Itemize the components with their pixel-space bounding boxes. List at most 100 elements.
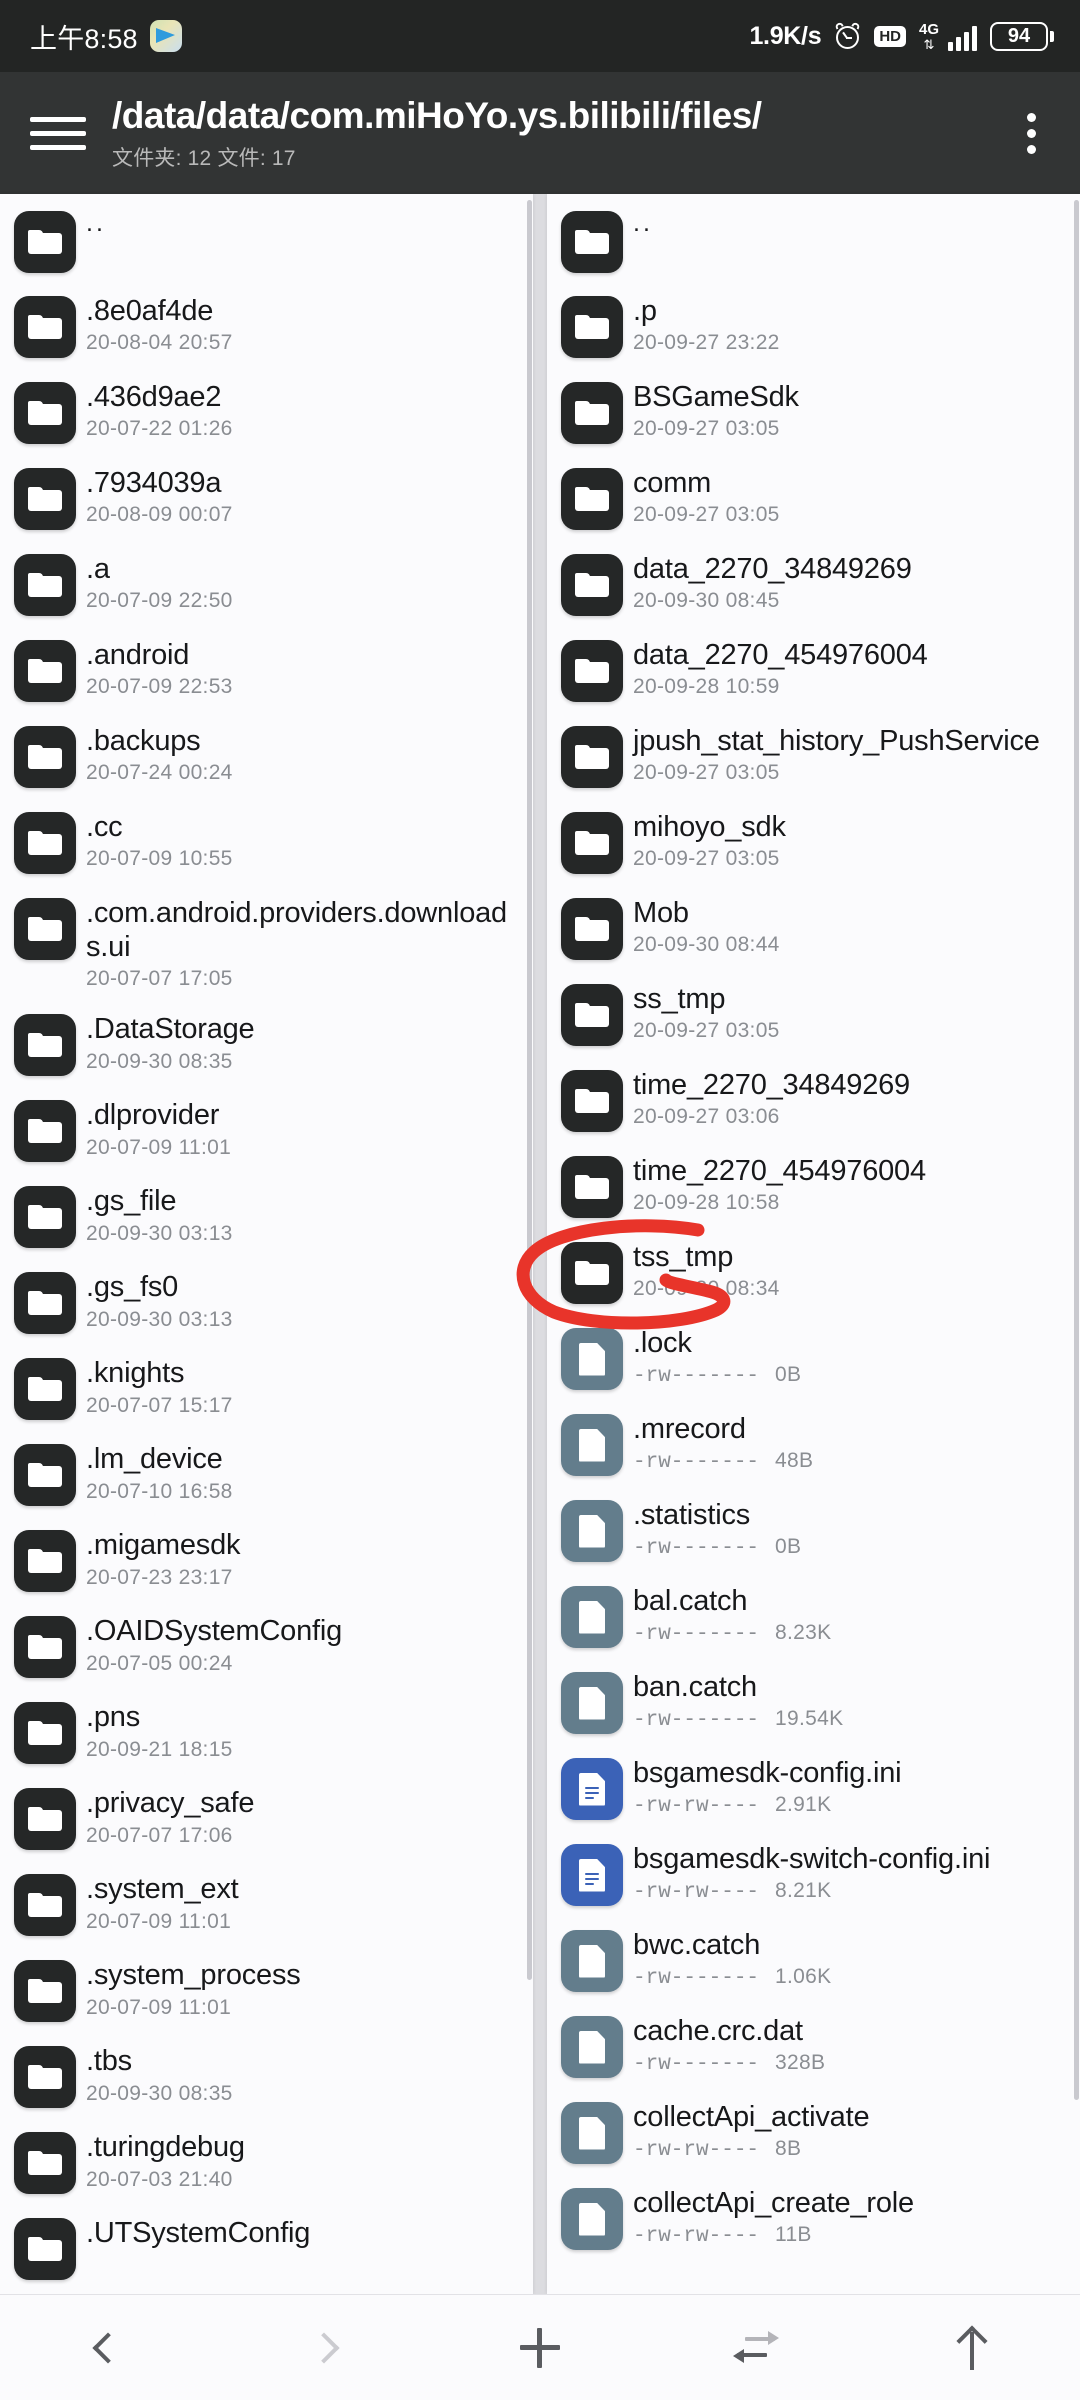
file-row[interactable]: bal.catch -rw------- 8.23K [547,1573,1080,1659]
file-meta: .system_ext 20-07-09 11:01 [86,1871,527,1933]
file-meta: .mrecord -rw------- 48B [633,1411,1074,1474]
file-row[interactable]: .system_process 20-07-09 11:01 [0,1947,533,2033]
left-file-list[interactable]: .. .8e0af4de 20-08-04 20:57 .436d9ae2 20-07-… [0,194,533,2294]
file-name-label: .7934039a [86,467,222,499]
file-meta: .backups 20-07-24 00:24 [86,723,527,785]
file-row[interactable]: .cc 20-07-09 10:55 [0,799,533,885]
file-row[interactable]: .migamesdk 20-07-23 23:17 [0,1517,533,1603]
file-row[interactable]: bsgamesdk-switch-config.ini -rw-rw---- 8.2… [547,1831,1080,1917]
path-title-block: /data/data/com.miHoYo.ys.bilibili/files/… [112,95,1010,172]
right-pane-scrollbar[interactable] [1074,200,1079,2100]
file-name-label: .p [633,295,657,327]
file-row[interactable]: .statistics -rw------- 0B [547,1487,1080,1573]
file-row[interactable]: .backups 20-07-24 00:24 [0,713,533,799]
file-meta-label: -rw------- 0B [633,1363,1074,1388]
file-meta: .lm_device 20-07-10 16:58 [86,1441,527,1503]
file-row[interactable]: data_2270_34849269 20-09-30 08:45 [547,541,1080,627]
file-row[interactable]: .. [0,198,533,283]
file-row[interactable]: bwc.catch -rw------- 1.06K [547,1917,1080,2003]
file-meta: .436d9ae2 20-07-22 01:26 [86,379,527,441]
file-row[interactable]: .gs_fs0 20-09-30 03:13 [0,1259,533,1345]
file-row[interactable]: .turingdebug 20-07-03 21:40 [0,2119,533,2205]
file-row[interactable]: .DataStorage 20-09-30 08:35 [0,1001,533,1087]
file-size-label: 0B [775,1363,802,1387]
file-row[interactable]: .lock -rw------- 0B [547,1315,1080,1401]
file-size-label: 8.21K [775,1879,832,1903]
nav-back-button[interactable] [0,2295,216,2400]
file-size-label: 8.23K [775,1621,832,1645]
file-row[interactable]: .privacy_safe 20-07-07 17:06 [0,1775,533,1861]
file-glyph-icon [579,2117,605,2150]
file-row[interactable]: .dlprovider 20-07-09 11:01 [0,1087,533,1173]
file-row[interactable]: BSGameSdk 20-09-27 03:05 [547,369,1080,455]
file-name-label: .cc [86,811,123,843]
file-row[interactable]: .android 20-07-09 22:53 [0,627,533,713]
battery-icon: 94 [990,21,1054,51]
new-item-button[interactable] [432,2295,648,2400]
file-name-label: ss_tmp [633,983,726,1015]
file-row[interactable]: .7934039a 20-08-09 00:07 [0,455,533,541]
file-meta: comm 20-09-27 03:05 [633,465,1074,527]
parent-folder-button[interactable] [864,2295,1080,2400]
file-row[interactable]: .OAIDSystemConfig 20-07-05 00:24 [0,1603,533,1689]
file-row[interactable]: .gs_file 20-09-30 03:13 [0,1173,533,1259]
arrow-up-icon [955,2324,989,2370]
file-glyph-icon [579,1687,605,1720]
file-name-label: .dlprovider [86,1099,220,1132]
left-file-pane[interactable]: .. .8e0af4de 20-08-04 20:57 .436d9ae2 20-07-… [0,194,533,2294]
file-row[interactable]: .a 20-07-09 22:50 [0,541,533,627]
file-date-label: 20-09-27 03:05 [633,761,780,785]
file-row[interactable]: ss_tmp 20-09-27 03:05 [547,971,1080,1057]
file-row[interactable]: .mrecord -rw------- 48B [547,1401,1080,1487]
file-row[interactable]: time_2270_454976004 20-09-28 10:58 [547,1143,1080,1229]
file-meta: BSGameSdk 20-09-27 03:05 [633,379,1074,441]
file-meta: time_2270_34849269 20-09-27 03:06 [633,1067,1074,1129]
file-row[interactable]: collectApi_create_role -rw-rw---- 11B [547,2175,1080,2261]
file-row[interactable]: .pns 20-09-21 18:15 [0,1689,533,1775]
file-row[interactable]: Mob 20-09-30 08:44 [547,885,1080,971]
file-row[interactable]: .436d9ae2 20-07-22 01:26 [0,369,533,455]
folder-glyph-icon [28,1463,62,1488]
folder-icon [14,1874,76,1937]
battery-level-label: 94 [1007,25,1031,47]
file-row[interactable]: ban.catch -rw------- 19.54K [547,1659,1080,1745]
file-row[interactable]: .p 20-09-27 23:22 [547,283,1080,369]
left-pane-scrollbar[interactable] [527,200,532,1980]
file-row[interactable]: jpush_stat_history_PushService 20-09-27 0… [547,713,1080,799]
file-name-label: comm [633,467,712,499]
file-icon [561,2188,623,2250]
file-name-label: .gs_fs0 [86,1271,179,1304]
file-row[interactable]: mihoyo_sdk 20-09-27 03:05 [547,799,1080,885]
file-row[interactable]: .UTSystemConfig [0,2205,533,2291]
file-meta: .DataStorage 20-09-30 08:35 [86,1011,527,1073]
file-row[interactable]: tss_tmp 20-09-30 08:34 [547,1229,1080,1315]
right-file-pane[interactable]: .. .p 20-09-27 23:22 BSGameSdk 20-09-27 03:0… [547,194,1080,2294]
chevron-right-icon [308,2331,340,2364]
file-row[interactable]: bsgamesdk-config.ini -rw-rw---- 2.91K [547,1745,1080,1831]
file-row[interactable]: collectApi_activate -rw-rw---- 8B [547,2089,1080,2175]
file-row[interactable]: .system_ext 20-07-09 11:01 [0,1861,533,1947]
switch-pane-button[interactable] [648,2295,864,2400]
kebab-menu-icon[interactable] [1010,112,1052,154]
file-date-label: 20-09-27 03:05 [633,503,780,527]
file-row[interactable]: data_2270_454976004 20-09-28 10:59 [547,627,1080,713]
file-row[interactable]: .lm_device 20-07-10 16:58 [0,1431,533,1517]
file-permissions-label: -rw------- [633,1451,760,1475]
file-row[interactable]: comm 20-09-27 03:05 [547,455,1080,541]
file-row[interactable]: .. [547,198,1080,283]
file-row[interactable]: time_2270_34849269 20-09-27 03:06 [547,1057,1080,1143]
file-row[interactable]: .tbs 20-09-30 08:35 [0,2033,533,2119]
file-meta: .pns 20-09-21 18:15 [86,1699,527,1761]
nav-forward-button[interactable] [216,2295,432,2400]
hamburger-menu-icon[interactable] [30,116,86,150]
file-meta: jpush_stat_history_PushService 20-09-27 0… [633,723,1074,785]
file-row[interactable]: cache.crc.dat -rw------- 328B [547,2003,1080,2089]
file-row[interactable]: .com.android.providers.downloads.ui 20-07… [0,885,533,1001]
file-name-label: bal.catch [633,1585,748,1617]
folder-icon [14,1186,76,1249]
file-name-label: .DataStorage [86,1013,255,1046]
right-file-list[interactable]: .. .p 20-09-27 23:22 BSGameSdk 20-09-27 03:0… [547,194,1080,2294]
file-meta: .. [633,208,1074,239]
file-row[interactable]: .knights 20-07-07 15:17 [0,1345,533,1431]
file-row[interactable]: .8e0af4de 20-08-04 20:57 [0,283,533,369]
